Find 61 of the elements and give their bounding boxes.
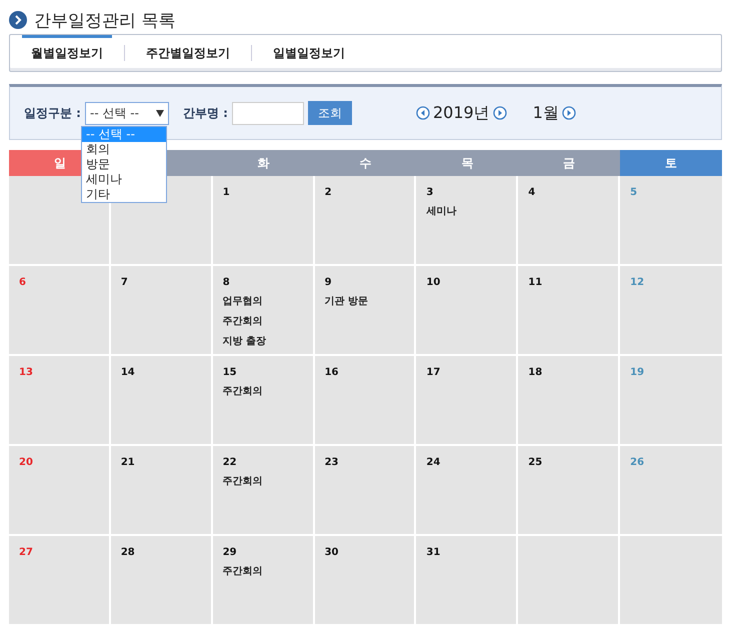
event-entry[interactable]: 주간회의	[222, 384, 303, 398]
day-number: 14	[120, 367, 136, 378]
view-tab[interactable]: 일별일정보기	[264, 35, 354, 71]
weekday-header: 토	[620, 150, 722, 176]
weekday-header: 수	[314, 150, 416, 176]
day-number: 11	[528, 277, 544, 288]
day-number: 1	[222, 187, 231, 198]
view-tab[interactable]: 월별일정보기	[22, 35, 112, 71]
day-number: 4	[528, 187, 536, 198]
year-label: 2019년	[432, 102, 490, 124]
day-number: 8	[222, 277, 231, 288]
day-number: 17	[426, 367, 442, 378]
dropdown-arrow-icon	[156, 110, 164, 116]
day-number: 3	[426, 187, 434, 198]
day-number: 18	[528, 367, 544, 378]
event-entry[interactable]: 주간회의	[222, 474, 303, 488]
day-number: 23	[324, 457, 340, 468]
day-number: 15	[222, 367, 238, 378]
month-label: 1월	[532, 102, 559, 124]
dropdown-option[interactable]: 기타	[82, 187, 166, 202]
name-field[interactable]	[232, 102, 304, 124]
day-number: 12	[630, 277, 646, 288]
view-tab[interactable]: 주간별일정보기	[137, 35, 239, 71]
event-entry[interactable]: 주간회의	[222, 314, 303, 328]
prev-icon[interactable]	[416, 106, 430, 120]
next-icon[interactable]	[492, 106, 507, 120]
day-number: 9	[324, 277, 333, 288]
event-entry[interactable]: 기관 방문	[324, 294, 404, 308]
day-number: 7	[120, 277, 129, 288]
field-label: 일정구분 :	[24, 104, 81, 122]
day-number: 29	[222, 547, 238, 558]
day-number: 27	[19, 547, 34, 558]
weekday-header: 화	[212, 150, 315, 176]
day-number: 13	[19, 367, 34, 378]
day-number: 20	[19, 457, 34, 468]
day-number: 22	[222, 457, 238, 468]
day-number: 21	[120, 457, 136, 468]
day-number: 28	[120, 547, 136, 558]
field-label: 간부명 :	[182, 104, 228, 122]
day-number: 5	[630, 187, 638, 198]
next-icon[interactable]	[562, 106, 576, 120]
day-number: 25	[528, 457, 544, 468]
day-number: 19	[630, 367, 646, 378]
day-number: 24	[426, 457, 442, 468]
weekday-header: 금	[518, 150, 620, 176]
day-number: 31	[426, 547, 442, 558]
day-number: 30	[324, 547, 340, 558]
chevron-icon	[9, 11, 27, 29]
day-number: 26	[630, 457, 646, 468]
day-number: 2	[324, 187, 333, 198]
event-entry[interactable]: 세미나	[426, 204, 506, 218]
event-entry[interactable]: 업무협의	[222, 294, 303, 308]
search-button[interactable]: 조회	[308, 101, 352, 125]
page-title: 간부일정관리 목록	[34, 10, 176, 32]
day-number: 10	[426, 277, 442, 288]
event-entry[interactable]: 주간회의	[222, 564, 303, 578]
type-select[interactable]: -- 선택 --	[84, 102, 169, 124]
weekday-header: 목	[416, 150, 518, 176]
day-number: 16	[324, 367, 340, 378]
day-number: 6	[19, 277, 27, 288]
event-entry[interactable]: 지방 출장	[222, 334, 303, 348]
